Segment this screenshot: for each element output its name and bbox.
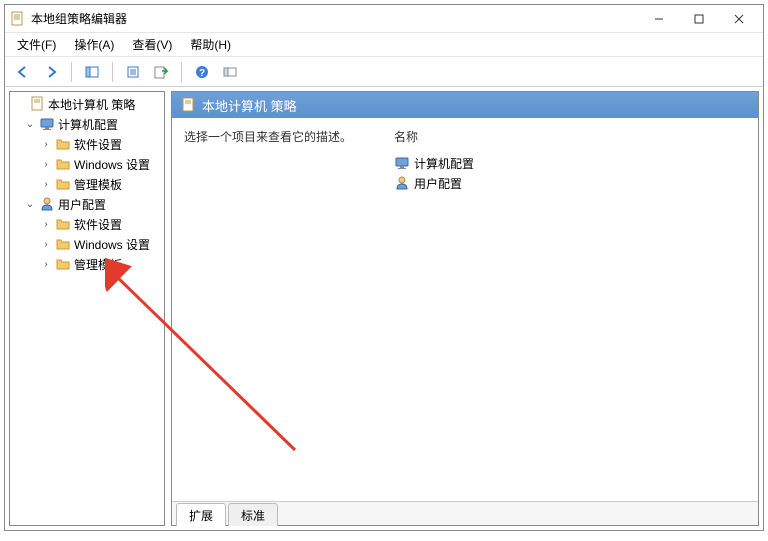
- close-button[interactable]: [719, 6, 759, 32]
- tree-label: 管理模板: [74, 256, 122, 273]
- menu-view[interactable]: 查看(V): [124, 33, 180, 56]
- tree-label: 计算机配置: [58, 116, 118, 133]
- tab-standard[interactable]: 标准: [228, 503, 278, 526]
- tree-label: Windows 设置: [74, 156, 150, 173]
- tree-label: 管理模板: [74, 176, 122, 193]
- tree-windows-settings[interactable]: › Windows 设置: [10, 234, 164, 254]
- menu-action[interactable]: 操作(A): [66, 33, 122, 56]
- export-list-button[interactable]: [149, 60, 173, 84]
- minimize-button[interactable]: [639, 6, 679, 32]
- column-header-name[interactable]: 名称: [394, 128, 746, 145]
- folder-icon: [55, 256, 71, 272]
- tree-windows-settings[interactable]: › Windows 设置: [10, 154, 164, 174]
- tab-strip: 扩展 标准: [172, 501, 758, 525]
- computer-icon: [39, 116, 55, 132]
- content-area: 本地计算机 策略 ⌄ 计算机配置 › 软件设置 ›: [5, 87, 763, 530]
- policy-icon: [180, 97, 196, 113]
- toolbar-separator: [71, 62, 72, 82]
- folder-icon: [55, 136, 71, 152]
- items-list: 名称 计算机配置 用户配置: [394, 128, 746, 495]
- menu-file[interactable]: 文件(F): [9, 33, 64, 56]
- forward-button[interactable]: [39, 60, 63, 84]
- tree-label: 软件设置: [74, 136, 122, 153]
- properties-button[interactable]: [121, 60, 145, 84]
- folder-icon: [55, 236, 71, 252]
- chevron-right-icon[interactable]: ›: [40, 239, 52, 250]
- filter-button[interactable]: [218, 60, 242, 84]
- toolbar-separator: [181, 62, 182, 82]
- show-hide-tree-button[interactable]: [80, 60, 104, 84]
- tree-label: 本地计算机 策略: [48, 96, 135, 113]
- svg-text:?: ?: [199, 68, 205, 79]
- tree-panel[interactable]: 本地计算机 策略 ⌄ 计算机配置 › 软件设置 ›: [9, 91, 165, 526]
- chevron-down-icon[interactable]: ⌄: [24, 119, 36, 130]
- detail-panel: 本地计算机 策略 选择一个项目来查看它的描述。 名称 计算机配置: [171, 91, 759, 526]
- app-window: 本地组策略编辑器 文件(F) 操作(A) 查看(V) 帮助(H): [4, 4, 764, 531]
- user-icon: [394, 175, 410, 191]
- menubar: 文件(F) 操作(A) 查看(V) 帮助(H): [5, 33, 763, 57]
- tree-label: 用户配置: [58, 196, 106, 213]
- toolbar: ?: [5, 57, 763, 87]
- tab-extended[interactable]: 扩展: [176, 503, 226, 526]
- list-item-label: 用户配置: [414, 175, 462, 192]
- tree-admin-templates[interactable]: › 管理模板: [10, 254, 164, 274]
- folder-icon: [55, 156, 71, 172]
- back-button[interactable]: [11, 60, 35, 84]
- tree-computer-config[interactable]: ⌄ 计算机配置: [10, 114, 164, 134]
- list-item[interactable]: 用户配置: [394, 173, 746, 193]
- help-button[interactable]: ?: [190, 60, 214, 84]
- app-icon: [9, 11, 25, 27]
- tree-software-settings[interactable]: › 软件设置: [10, 134, 164, 154]
- list-item-label: 计算机配置: [414, 155, 474, 172]
- tree-user-config[interactable]: ⌄ 用户配置: [10, 194, 164, 214]
- list-item[interactable]: 计算机配置: [394, 153, 746, 173]
- policy-icon: [29, 96, 45, 112]
- maximize-button[interactable]: [679, 6, 719, 32]
- tree-root[interactable]: 本地计算机 策略: [10, 94, 164, 114]
- window-controls: [639, 6, 759, 32]
- tree-software-settings[interactable]: › 软件设置: [10, 214, 164, 234]
- description-text: 选择一个项目来查看它的描述。: [184, 128, 364, 495]
- menu-help[interactable]: 帮助(H): [182, 33, 239, 56]
- chevron-right-icon[interactable]: ›: [40, 259, 52, 270]
- user-icon: [39, 196, 55, 212]
- computer-icon: [394, 155, 410, 171]
- detail-body: 选择一个项目来查看它的描述。 名称 计算机配置 用户配置: [172, 118, 758, 501]
- tree-admin-templates[interactable]: › 管理模板: [10, 174, 164, 194]
- chevron-right-icon[interactable]: ›: [40, 139, 52, 150]
- toolbar-separator: [112, 62, 113, 82]
- tree-label: 软件设置: [74, 216, 122, 233]
- chevron-right-icon[interactable]: ›: [40, 159, 52, 170]
- titlebar: 本地组策略编辑器: [5, 5, 763, 33]
- folder-icon: [55, 216, 71, 232]
- chevron-down-icon[interactable]: ⌄: [24, 199, 36, 210]
- chevron-right-icon[interactable]: ›: [40, 179, 52, 190]
- folder-icon: [55, 176, 71, 192]
- window-title: 本地组策略编辑器: [31, 10, 639, 27]
- detail-header: 本地计算机 策略: [172, 92, 758, 118]
- chevron-right-icon[interactable]: ›: [40, 219, 52, 230]
- detail-header-title: 本地计算机 策略: [202, 96, 297, 115]
- tree-label: Windows 设置: [74, 236, 150, 253]
